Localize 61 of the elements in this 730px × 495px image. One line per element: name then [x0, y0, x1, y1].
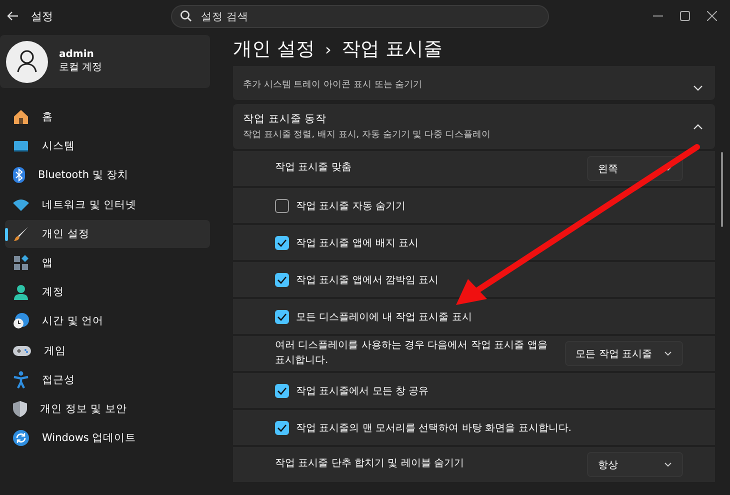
sidebar-item[interactable]: 계정 [5, 278, 210, 306]
checkbox[interactable]: 작업 표시줄 앱에 배지 표시 [275, 236, 419, 250]
close-icon[interactable] [707, 11, 717, 21]
profile-card[interactable]: admin 로컬 계정 [0, 35, 210, 88]
sidebar-item[interactable]: 앱 [5, 248, 210, 278]
setting-label: 작업 표시줄 단추 합치기 및 레이블 숨기기 [275, 457, 464, 472]
chevron-down-icon [664, 351, 672, 356]
shield-icon [13, 400, 27, 417]
checkbox[interactable]: 작업 표시줄 자동 숨기기 [275, 198, 406, 212]
person-icon [13, 284, 29, 300]
checkbox-box[interactable] [275, 310, 289, 324]
search-icon [180, 10, 192, 22]
sidebar-item[interactable]: 시스템 [5, 132, 210, 160]
section-header[interactable]: 작업 표시줄 동작 작업 표시줄 정렬, 배지 표시, 자동 숨기기 및 다중 디스플레이 [233, 104, 715, 149]
breadcrumb-link[interactable]: 개인 설정 [233, 36, 316, 62]
sidebar-item[interactable]: 개인 정보 및 보안 [5, 394, 210, 424]
scrollbar-thumb[interactable] [721, 152, 723, 227]
chevron-down-icon [664, 462, 672, 467]
dropdown[interactable]: 모든 작업 표시줄 [564, 341, 683, 366]
window-title: 설정 [31, 8, 54, 24]
sidebar-item[interactable]: 홈 [5, 103, 210, 132]
checkbox[interactable]: 작업 표시줄 앱에서 깜박임 표시 [275, 272, 439, 286]
setting-label: 작업 표시줄 맞춤 [275, 161, 352, 176]
bluetooth-icon [13, 167, 25, 184]
monitor-icon [13, 138, 29, 154]
maximize-icon[interactable] [680, 11, 690, 21]
section-title: 작업 표시줄 동작 [243, 112, 328, 126]
wifi-icon [13, 198, 29, 211]
checkbox-box[interactable] [275, 272, 289, 286]
section-subtitle: 작업 표시줄 정렬, 배지 표시, 자동 숨기기 및 다중 디스플레이 [243, 129, 490, 141]
checkbox-box[interactable] [275, 236, 289, 250]
sidebar-item[interactable]: 네트워크 및 인터넷 [5, 190, 210, 219]
back-icon[interactable] [7, 11, 19, 21]
accessibility-icon [13, 370, 29, 389]
sidebar-item[interactable]: 개인 설정 [5, 220, 210, 248]
avatar-icon [6, 40, 48, 82]
checkbox[interactable]: 작업 표시줄에서 모든 창 공유 [275, 384, 429, 398]
update-icon [13, 430, 29, 446]
section-subtitle: 추가 시스템 트레이 아이콘 표시 또는 숨기기 [243, 79, 422, 91]
house-icon [13, 109, 29, 126]
breadcrumb-separator: › [325, 40, 332, 58]
apps-icon [13, 255, 29, 272]
brush-icon [13, 226, 29, 242]
sidebar-item[interactable]: 게임 [5, 336, 210, 365]
checkbox-box[interactable] [275, 198, 289, 212]
sidebar-item[interactable]: 시간 및 언어 [5, 307, 210, 336]
sidebar-item[interactable]: 접근성 [5, 366, 210, 394]
gamepad-icon [13, 344, 31, 357]
checkbox-box[interactable] [275, 384, 289, 398]
sidebar-item[interactable]: Bluetooth 및 장치 [5, 161, 210, 190]
checkbox-box[interactable] [275, 420, 289, 434]
search-field[interactable]: 설정 검색 [171, 5, 549, 28]
dropdown[interactable]: 항상 [587, 452, 683, 477]
section-header[interactable]: 추가 시스템 트레이 아이콘 표시 또는 숨기기 [233, 66, 715, 100]
sidebar-item[interactable]: Windows 업데이트 [5, 424, 210, 452]
user-name: admin [59, 49, 95, 60]
globe-clock-icon [13, 313, 29, 330]
checkbox[interactable]: 모든 디스플레이에 내 작업 표시줄 표시 [275, 310, 472, 324]
account-type: 로컬 계정 [59, 61, 102, 74]
page-title: 작업 표시줄 [341, 37, 442, 62]
setting-label: 여러 디스플레이를 사용하는 경우 다음에서 작업 표시줄 앱을 표시합니다. [275, 339, 548, 368]
